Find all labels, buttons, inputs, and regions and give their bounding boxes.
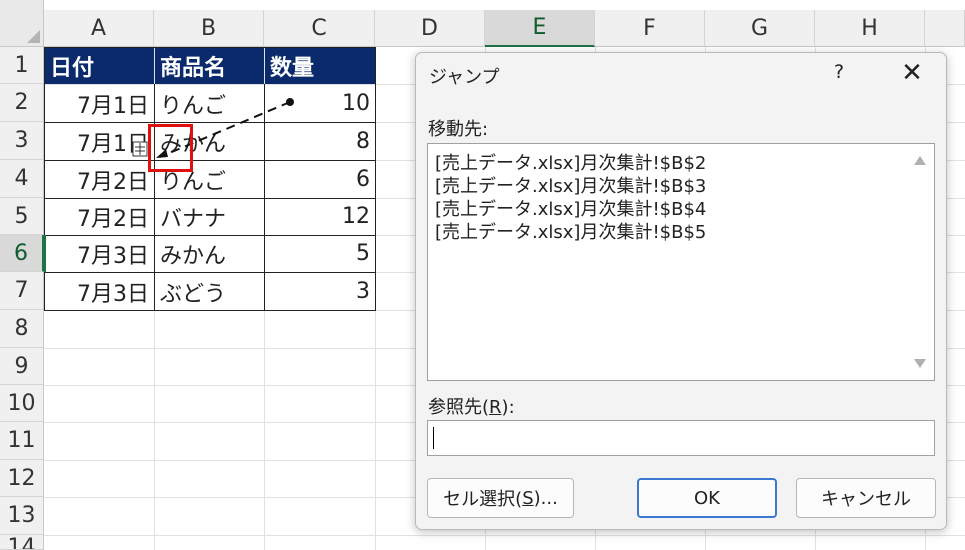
goto-label: 移動先: [428, 119, 489, 140]
highlight-box [148, 124, 193, 172]
dialog-title: ジャンプ [429, 67, 500, 88]
special-label-prefix: セル選択( [443, 489, 523, 510]
special-label-suffix: )... [533, 487, 558, 509]
reference-input[interactable] [427, 420, 935, 456]
reference-label-suffix: ): [501, 397, 515, 418]
reference-label-prefix: 参照先( [428, 397, 490, 418]
goto-dialog: ジャンプ ? ✕ 移動先: [売上データ.xlsx]月次集計!$B$2 [売上デ… [415, 52, 947, 530]
help-icon[interactable]: ? [826, 61, 852, 83]
scroll-up-icon[interactable] [914, 156, 926, 165]
ok-button[interactable]: OK [637, 478, 777, 518]
special-label-accesskey: S [522, 487, 534, 509]
goto-listbox[interactable]: [売上データ.xlsx]月次集計!$B$2 [売上データ.xlsx]月次集計!$… [427, 143, 935, 381]
reference-label-accesskey: R [489, 397, 502, 418]
cancel-button[interactable]: キャンセル [796, 478, 936, 518]
text-caret [433, 427, 434, 449]
trace-arrow-dot [286, 98, 294, 106]
special-button[interactable]: セル選択(S)... [427, 478, 574, 518]
scroll-down-icon[interactable] [914, 359, 926, 368]
close-icon[interactable]: ✕ [894, 57, 930, 89]
goto-list-item[interactable]: [売上データ.xlsx]月次集計!$B$5 [435, 218, 706, 244]
reference-label: 参照先(R): [428, 393, 515, 419]
